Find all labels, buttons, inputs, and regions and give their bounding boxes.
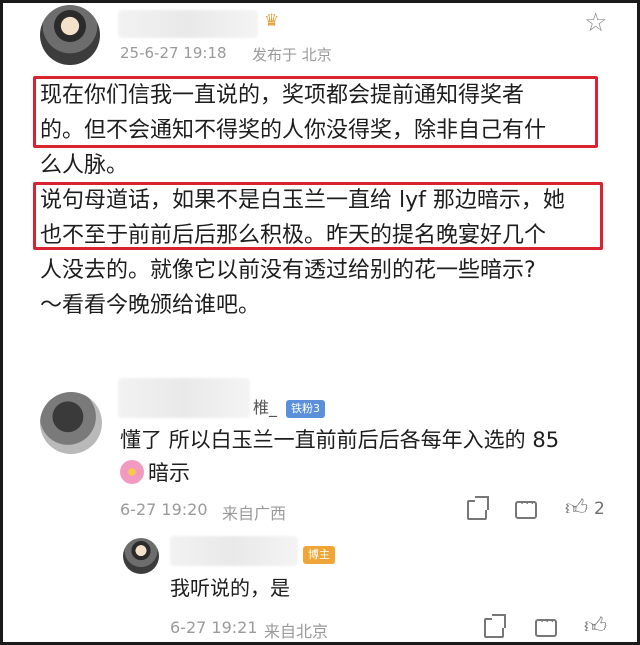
- reply-author-avatar[interactable]: [123, 538, 159, 574]
- fan-badge: 铁粉3: [286, 400, 325, 418]
- reply-comment-button[interactable]: [535, 615, 557, 641]
- reply-like-button[interactable]: 👍︎: [584, 616, 607, 638]
- comment-text-line2-wrap: 暗示: [120, 458, 190, 488]
- author-name-blurred[interactable]: [118, 10, 258, 38]
- share-icon: [467, 496, 489, 520]
- comment-icon: [515, 497, 537, 519]
- reply-text: 我听说的，是: [170, 576, 290, 600]
- post-line: ～看看今晚颁给谁吧。: [40, 293, 261, 318]
- post-line: 人没去的。就像它以前没有透过给别的花一些暗示?: [40, 258, 536, 283]
- like-count: 2: [594, 499, 605, 519]
- commenter-name-blurred[interactable]: [118, 378, 250, 418]
- post-line: 么人脉。: [40, 153, 129, 178]
- thumbs-up-icon: 👍︎: [584, 614, 607, 639]
- highlight-box: [33, 182, 603, 250]
- reply-author-name-blurred[interactable]: [170, 536, 298, 566]
- comment-text-line1: 懂了 所以白玉兰一直前前后后各每年入选的 85: [120, 428, 560, 452]
- share-icon: [484, 614, 506, 638]
- comment-location: 来自广西: [222, 504, 287, 523]
- author-avatar[interactable]: [40, 5, 100, 65]
- owner-badge: 博主: [303, 546, 335, 564]
- comment-timestamp: 6-27 19:20: [120, 500, 208, 519]
- star-icon[interactable]: ☆: [584, 10, 607, 36]
- reply-share-button[interactable]: [484, 614, 506, 642]
- share-button[interactable]: [467, 496, 489, 524]
- crown-icon: ♛: [264, 11, 280, 31]
- comment-button[interactable]: [515, 497, 537, 523]
- highlight-box: [33, 76, 598, 148]
- commenter-name-tail[interactable]: 椎_: [253, 394, 277, 418]
- reply-location: 来自北京: [264, 622, 329, 641]
- reply-timestamp: 6-27 19:21: [170, 618, 258, 637]
- post-timestamp: 25-6-27 19:18: [120, 44, 227, 62]
- commenter-avatar[interactable]: [40, 392, 102, 454]
- like-button[interactable]: 👍︎ 2: [565, 498, 605, 520]
- thumbs-up-icon: 👍︎: [565, 496, 588, 521]
- post-location: 发布于 北京: [252, 46, 332, 64]
- flower-emoji-icon: [120, 460, 144, 484]
- comment-text-line2: 暗示: [148, 461, 190, 485]
- comment-icon: [535, 615, 557, 637]
